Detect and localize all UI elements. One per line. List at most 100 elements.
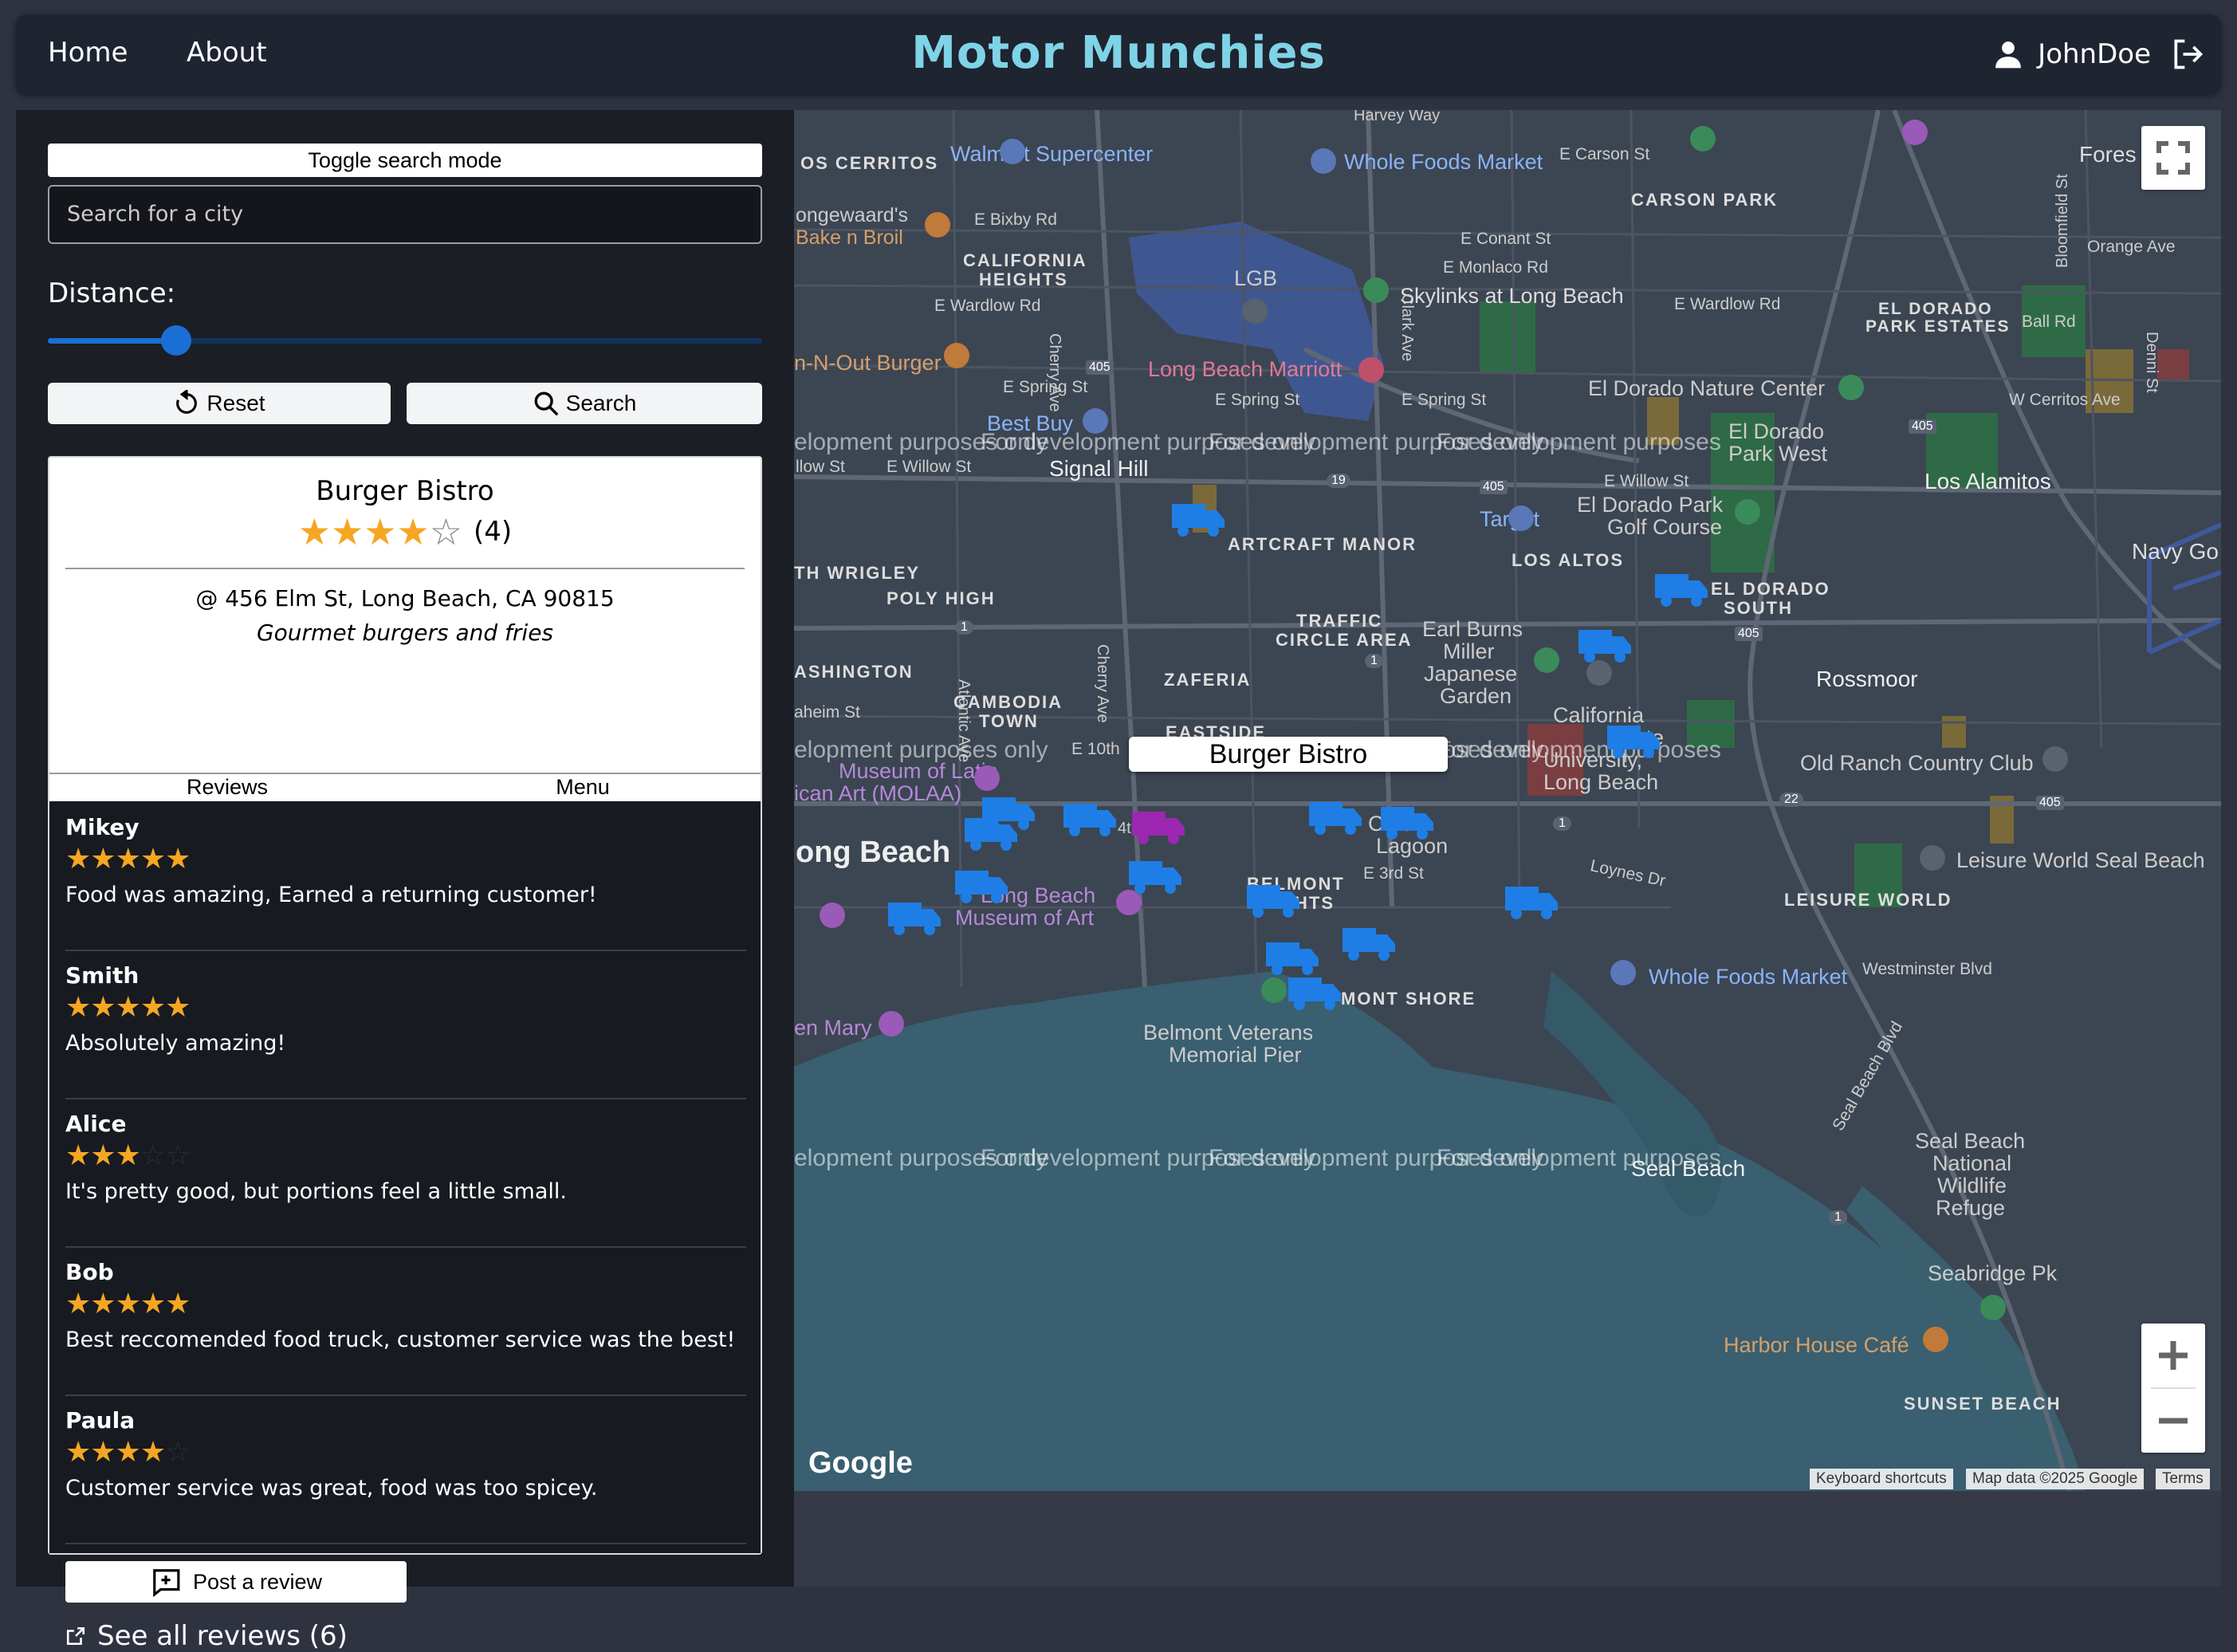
fullscreen-button[interactable]: [2141, 126, 2205, 190]
star-filled-icon: ★: [115, 1139, 141, 1172]
truck-icon[interactable]: [955, 867, 1009, 904]
truck-icon[interactable]: [888, 899, 942, 936]
truck-rating-stars: ★★★★☆: [297, 510, 462, 553]
zoom-in-icon: [2159, 1341, 2188, 1370]
truck-icon[interactable]: [1309, 799, 1363, 836]
star-empty-icon: ☆: [165, 1139, 191, 1172]
poi-pin: [925, 212, 950, 238]
distance-slider-fill: [48, 338, 177, 344]
truck-description: Gourmet burgers and fries: [256, 620, 554, 646]
username[interactable]: JohnDoe: [2038, 38, 2151, 70]
reviews-panel: Mikey ★★★★★ Food was amazing, Earned a r…: [49, 801, 761, 1553]
poi-pin: [1311, 148, 1336, 174]
truck-icon[interactable]: [965, 815, 1019, 852]
review-item: Mikey ★★★★★ Food was amazing, Earned a r…: [65, 801, 746, 951]
zoom-in-button[interactable]: [2141, 1324, 2205, 1387]
reset-icon: [176, 390, 198, 414]
poi-pin: [974, 765, 1000, 791]
poi-pin: [1586, 660, 1612, 686]
distance-label: Distance:: [48, 277, 176, 309]
truck-icon[interactable]: [1607, 722, 1661, 759]
logout-icon[interactable]: [2170, 37, 2205, 72]
review-text: Absolutely amazing!: [65, 1031, 286, 1056]
truck-icon[interactable]: [1343, 925, 1397, 962]
review-item: Alice ★★★☆☆ It's pretty good, but portio…: [65, 1098, 746, 1248]
search-icon: [534, 391, 559, 416]
star-filled-icon: ★: [364, 510, 397, 553]
review-stars: ★★★★★: [65, 843, 191, 875]
distance-slider[interactable]: [48, 325, 762, 357]
user-icon[interactable]: [1993, 38, 2023, 70]
post-review-button[interactable]: Post a review: [65, 1561, 407, 1603]
rating-count: (4): [474, 516, 513, 548]
toggle-search-mode-button[interactable]: Toggle search mode: [48, 144, 762, 177]
search-label: Search: [565, 391, 637, 415]
star-empty-icon: ☆: [165, 1436, 191, 1469]
truck-icon[interactable]: [1266, 939, 1320, 976]
truck-name: Burger Bistro: [316, 475, 494, 507]
truck-icon[interactable]: [1505, 883, 1559, 920]
review-author: Paula: [65, 1407, 136, 1434]
review-text: Best reccomended food truck, customer se…: [65, 1328, 736, 1352]
sidebar: Toggle search mode Search for a city Dis…: [16, 110, 794, 1652]
fullscreen-icon: [2156, 141, 2190, 175]
star-filled-icon: ★: [165, 1288, 191, 1320]
truck-icon[interactable]: [1129, 858, 1183, 895]
map[interactable]: elopment purposes only For development p…: [794, 110, 2221, 1491]
poi-pin: [1920, 845, 1945, 871]
star-filled-icon: ★: [140, 1288, 166, 1320]
review-author: Bob: [65, 1259, 114, 1285]
star-filled-icon: ★: [297, 510, 332, 553]
tab-reviews[interactable]: Reviews: [49, 774, 405, 801]
poi-pin: [1508, 505, 1534, 531]
star-filled-icon: ★: [115, 991, 141, 1024]
brand-title[interactable]: Motor Munchies: [16, 27, 2221, 79]
zoom-controls: [2141, 1324, 2205, 1453]
truck-icon[interactable]: [1655, 571, 1709, 608]
post-review-label: Post a review: [192, 1569, 323, 1594]
review-author: Mikey: [65, 814, 140, 840]
truck-icon[interactable]: [1578, 627, 1633, 663]
keyboard-shortcuts-link[interactable]: Keyboard shortcuts: [1810, 1469, 1953, 1489]
reset-button[interactable]: Reset: [48, 383, 391, 424]
poi-pin: [1610, 960, 1636, 985]
poi-pin: [1242, 298, 1268, 324]
poi-pin: [1923, 1327, 1948, 1352]
zoom-out-button[interactable]: [2141, 1389, 2205, 1453]
terms-link[interactable]: Terms: [2156, 1469, 2210, 1489]
tab-menu[interactable]: Menu: [405, 774, 761, 801]
card-header: Burger Bistro ★★★★☆ (4) @ 456 Elm St, Lon…: [49, 458, 761, 772]
star-filled-icon: ★: [115, 1436, 141, 1469]
star-filled-icon: ★: [115, 1288, 141, 1320]
truck-icon[interactable]: [1381, 804, 1435, 840]
truck-icon[interactable]: [1063, 800, 1118, 837]
map-popup-truck-name[interactable]: Burger Bistro: [1129, 737, 1448, 772]
user-area: JohnDoe: [1993, 33, 2205, 75]
truck-icon[interactable]: [1172, 501, 1226, 537]
poi-pin: [1902, 120, 1928, 145]
truck-rating: ★★★★☆ (4): [49, 513, 761, 550]
star-filled-icon: ★: [65, 1436, 91, 1469]
see-all-reviews-link[interactable]: See all reviews (6): [65, 1620, 348, 1652]
star-empty-icon: ☆: [140, 1139, 166, 1172]
review-text: It's pretty good, but portions feel a li…: [65, 1179, 567, 1204]
star-filled-icon: ★: [90, 1139, 116, 1172]
star-filled-icon: ★: [65, 1288, 91, 1320]
truck-icon[interactable]: [1247, 882, 1301, 918]
star-filled-icon: ★: [90, 1288, 116, 1320]
selected-truck-icon[interactable]: [1132, 808, 1186, 845]
post-review-icon: [153, 1569, 180, 1597]
search-button[interactable]: Search: [407, 383, 762, 424]
star-filled-icon: ★: [140, 991, 166, 1024]
star-filled-icon: ★: [140, 843, 166, 875]
city-search-input[interactable]: Search for a city: [48, 185, 762, 244]
star-filled-icon: ★: [396, 510, 430, 553]
review-stars: ★★★★☆: [65, 1436, 191, 1469]
poi-pin: [1261, 977, 1287, 1003]
review-item: Bob ★★★★★ Best reccomended food truck, c…: [65, 1246, 746, 1396]
distance-slider-thumb[interactable]: [161, 325, 192, 356]
star-filled-icon: ★: [165, 843, 191, 875]
see-all-reviews-label: See all reviews (6): [97, 1620, 348, 1652]
review-item: Smith ★★★★★ Absolutely amazing!: [65, 950, 746, 1099]
truck-icon[interactable]: [1288, 974, 1343, 1011]
